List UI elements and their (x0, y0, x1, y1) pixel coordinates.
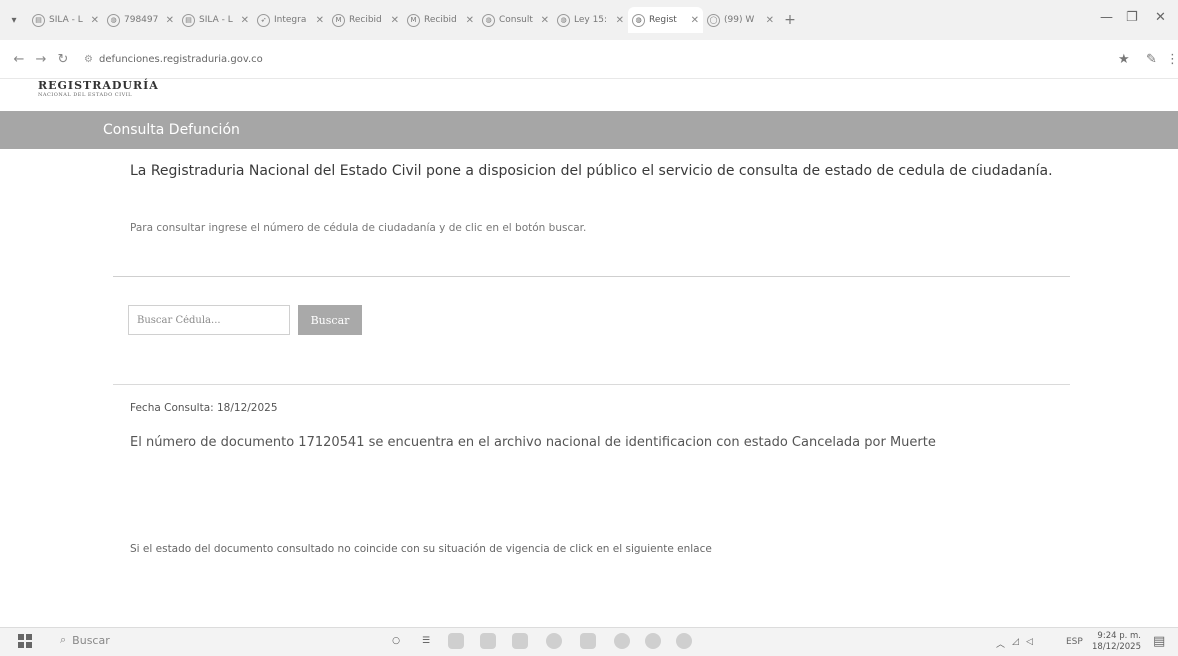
clock-date: 18/12/2025 (1092, 642, 1141, 652)
close-window-icon[interactable]: ✕ (1155, 10, 1166, 25)
app-icon[interactable] (580, 633, 596, 649)
tab-label: Recibid (349, 15, 382, 25)
divider (113, 384, 1070, 385)
globe-icon: ◍ (557, 13, 570, 27)
app-icon[interactable] (448, 633, 464, 649)
app-icon[interactable] (480, 633, 496, 649)
browser-tab[interactable]: ◍ Regist ✕ (628, 7, 703, 33)
arrow-icon: ➶ (257, 13, 270, 27)
mail-icon: M (407, 13, 420, 27)
search-icon: ⌕ (60, 633, 67, 646)
maximize-icon[interactable]: ❐ (1126, 10, 1138, 25)
intro-text: La Registraduria Nacional del Estado Civ… (130, 163, 1053, 179)
globe-icon: ◍ (107, 13, 120, 27)
fecha-consulta: Fecha Consulta: 18/12/2025 (130, 402, 278, 414)
tab-label: Integra (274, 15, 307, 25)
taskbar-search[interactable]: ⌕ Buscar (60, 633, 110, 647)
widgets-icon[interactable]: ☰ (418, 633, 434, 649)
doc-icon: ▤ (32, 13, 45, 27)
chrome-icon[interactable] (645, 633, 661, 649)
close-tab-icon[interactable]: ✕ (316, 15, 324, 26)
close-tab-icon[interactable]: ✕ (691, 15, 699, 26)
mail-icon: M (332, 13, 345, 27)
tab-label: Recibid (424, 15, 457, 25)
network-icon[interactable]: ◿ (1012, 637, 1019, 647)
close-tab-icon[interactable]: ✕ (391, 15, 399, 26)
close-tab-icon[interactable]: ✕ (466, 15, 474, 26)
extensions-icon[interactable]: ✎ (1146, 52, 1157, 67)
forward-icon[interactable]: → (30, 52, 52, 67)
tabs-container: ▤ SILA - L ✕ ◍ 798497 ✕ ▤ SILA - L ✕ ➶ Integra ✕ M Re… (28, 7, 778, 33)
close-tab-icon[interactable]: ✕ (766, 15, 774, 26)
file-explorer-icon[interactable] (512, 633, 528, 649)
logo-main-text: REGISTRADURÍA (38, 79, 159, 92)
instructions-text: Para consultar ingrese el número de cédu… (130, 222, 587, 234)
taskbar-search-label: Buscar (72, 633, 110, 647)
browser-tab-strip: ▾ ▤ SILA - L ✕ ◍ 798497 ✕ ▤ SILA - L ✕ ➶ Integra ✕ M… (0, 0, 1178, 41)
doc-icon: ▤ (182, 13, 195, 27)
browser-tab[interactable]: ▤ SILA - L ✕ (28, 7, 103, 33)
new-tab-button[interactable]: + (778, 12, 802, 28)
browser-tab[interactable]: ◍ Ley 15: ✕ (553, 7, 628, 33)
task-view-icon[interactable]: ○ (388, 633, 404, 649)
bookmark-star-icon[interactable]: ★ (1118, 52, 1130, 67)
notifications-icon[interactable]: ▤ (1153, 634, 1165, 649)
windows-start-icon[interactable] (18, 634, 32, 648)
url-field[interactable]: ⚙ defunciones.registraduria.gov.co (84, 54, 263, 65)
close-tab-icon[interactable]: ✕ (166, 15, 174, 26)
divider (113, 276, 1070, 277)
windows-taskbar: ⌕ Buscar ○ ☰ ︿ ◿ ◁ ESP 9:24 p. m. 18/12/… (0, 627, 1178, 656)
browser-tab[interactable]: M Recibid ✕ (403, 7, 478, 33)
language-indicator[interactable]: ESP (1066, 637, 1083, 647)
edge-icon[interactable] (614, 633, 630, 649)
volume-icon[interactable]: ◁ (1026, 637, 1033, 647)
tab-label: SILA - L (49, 15, 83, 25)
address-bar: ← → ↻ ⚙ defunciones.registraduria.gov.co (0, 40, 1178, 79)
close-tab-icon[interactable]: ✕ (241, 15, 249, 26)
browser-tab[interactable]: ◍ Consult ✕ (478, 7, 553, 33)
back-icon[interactable]: ← (8, 52, 30, 67)
registraduria-logo[interactable]: REGISTRADURÍA NACIONAL DEL ESTADO CIVIL (38, 80, 159, 98)
app-icon[interactable] (546, 633, 562, 649)
reload-icon[interactable]: ↻ (52, 52, 74, 67)
close-tab-icon[interactable]: ✕ (541, 15, 549, 26)
globe-icon: ◍ (482, 13, 495, 27)
close-tab-icon[interactable]: ✕ (91, 15, 99, 26)
footer-note: Si el estado del documento consultado no… (130, 543, 712, 555)
taskbar-clock[interactable]: 9:24 p. m. 18/12/2025 (1092, 631, 1141, 653)
cedula-search-input[interactable] (128, 305, 290, 335)
page-banner: Consulta Defunción (0, 111, 1178, 149)
site-info-icon[interactable]: ⚙ (84, 54, 93, 65)
close-tab-icon[interactable]: ✕ (616, 15, 624, 26)
tab-label: SILA - L (199, 15, 233, 25)
tab-label: (99) W (724, 15, 755, 25)
tray-chevron-icon[interactable]: ︿ (996, 637, 1005, 650)
tab-label: Ley 15: (574, 15, 608, 25)
browser-menu-icon[interactable]: ⋮ (1166, 52, 1178, 67)
tab-label: Regist (649, 15, 677, 25)
url-text: defunciones.registraduria.gov.co (98, 53, 263, 65)
app-icon[interactable] (676, 633, 692, 649)
browser-tab[interactable]: ▤ SILA - L ✕ (178, 7, 253, 33)
search-button[interactable]: Buscar (298, 305, 362, 335)
browser-tab[interactable]: ◯ (99) W ✕ (703, 7, 778, 33)
resultado-consulta: El número de documento 17120541 se encue… (130, 435, 936, 450)
minimize-icon[interactable]: — (1100, 10, 1113, 25)
page-title: Consulta Defunción (103, 122, 240, 138)
whatsapp-icon: ◯ (707, 13, 720, 27)
globe-icon: ◍ (632, 13, 645, 27)
browser-tab[interactable]: ◍ 798497 ✕ (103, 7, 178, 33)
logo-sub-text: NACIONAL DEL ESTADO CIVIL (38, 92, 133, 98)
clock-time: 9:24 p. m. (1097, 631, 1141, 641)
tab-search-icon[interactable]: ▾ (0, 15, 28, 26)
browser-tab[interactable]: ➶ Integra ✕ (253, 7, 328, 33)
tab-label: 798497 (124, 15, 159, 25)
tab-label: Consult (499, 15, 533, 25)
browser-tab[interactable]: M Recibid ✕ (328, 7, 403, 33)
